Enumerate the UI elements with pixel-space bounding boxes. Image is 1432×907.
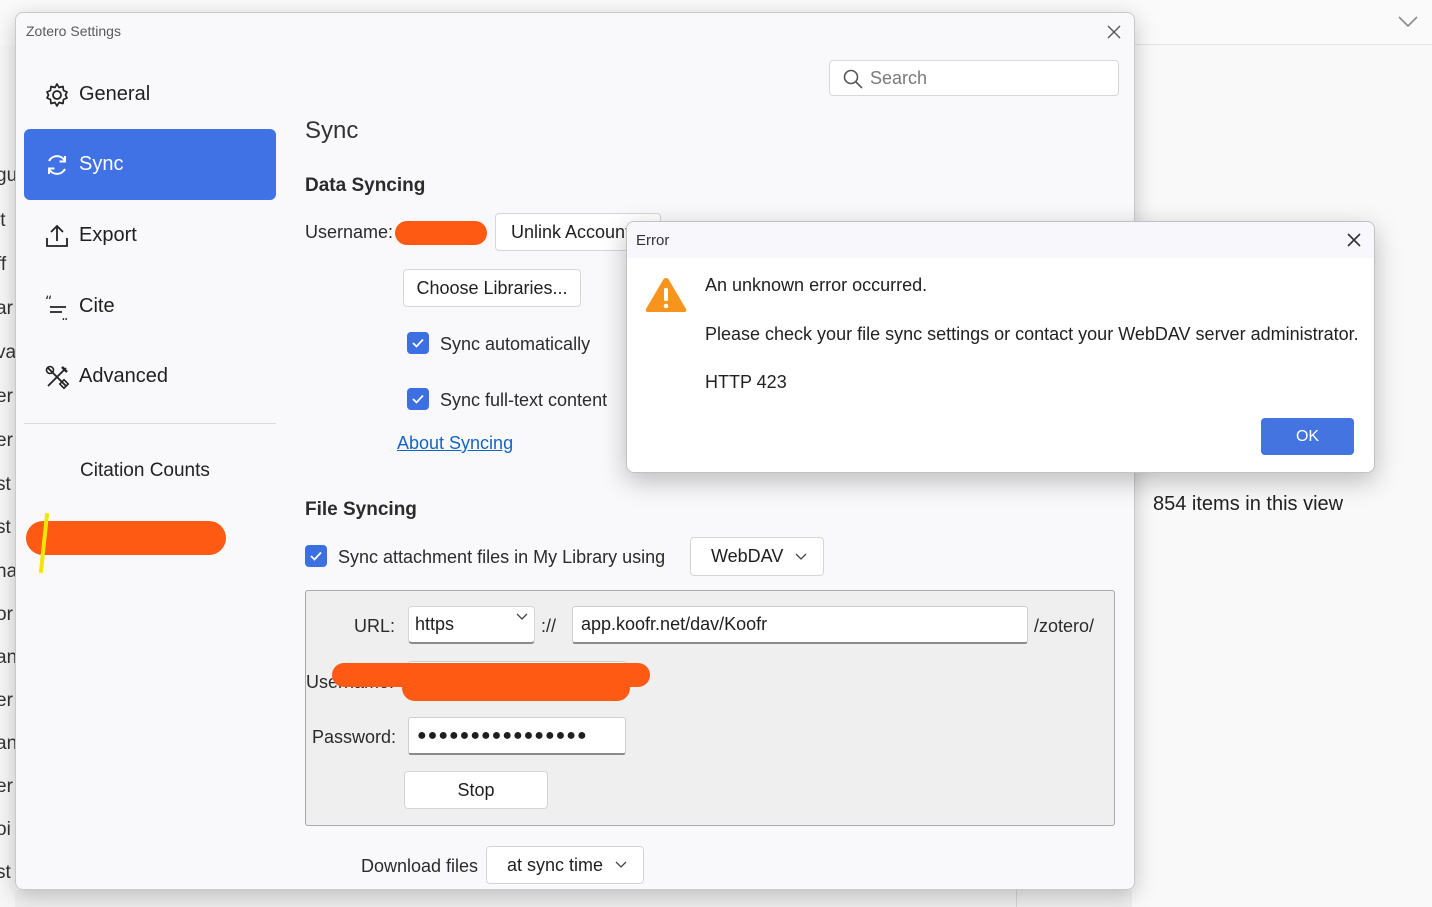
background-fragment: ff [0,254,7,275]
background-bottom [15,890,1132,907]
background-fragment: st [0,862,11,883]
background-fragment: an [0,647,15,668]
stop-button[interactable]: Stop [404,771,548,809]
sidebar-item-general[interactable]: General [24,59,276,130]
background-fragment: va [0,342,15,363]
sidebar-item-label: General [79,83,151,105]
sidebar-item-advanced[interactable]: Advanced [24,341,276,412]
search-icon [843,69,863,89]
chevron-down-icon[interactable] [1396,10,1420,34]
search-box[interactable] [829,60,1119,96]
data-syncing-heading: Data Syncing [305,175,426,196]
error-code: HTTP 423 [705,372,787,392]
background-fragment: er [0,776,13,797]
sync-icon [44,152,70,178]
checkmark-icon [310,551,322,561]
sidebar-item-label: Sync [79,153,124,175]
background-fragment: or [0,604,13,625]
window-title: Zotero Settings [26,23,121,39]
chevron-down-icon [615,861,627,868]
about-syncing-link[interactable]: About Syncing [397,433,513,454]
file-syncing-heading: File Syncing [305,499,417,520]
background-fragment: st [0,474,11,495]
sync-automatically-label: Sync automatically [440,334,591,354]
protocol-value: https [415,614,455,634]
background-divider [1016,890,1017,907]
background-fragment: na [0,561,15,582]
password-label: Password: [312,727,397,747]
redaction-mark [402,675,630,701]
background-fragment: er [0,386,13,407]
checkmark-icon [412,394,424,404]
background-fragment: lt [0,210,6,231]
redaction-mark [395,221,487,245]
url-separator: :// [541,616,557,636]
svg-text:„: „ [61,308,68,320]
webdav-settings-box: URL: https :// app.koofr.net/dav/Koofr /… [305,590,1115,826]
background-fragment: er [0,430,13,451]
download-files-label: Download files [361,856,479,876]
download-files-select[interactable]: at sync time [486,846,644,884]
background-fragment: oi [0,819,11,840]
sidebar-item-citation-counts[interactable]: Citation Counts [80,460,210,482]
sidebar-item-cite[interactable]: “„ Cite [24,271,276,342]
chevron-down-icon [795,553,807,560]
error-dialog: Error An unknown error occurred. Please … [626,221,1375,473]
background-fragment: gu [0,165,15,186]
redaction-mark [26,521,226,555]
tools-icon [44,364,70,390]
sync-full-text-checkbox[interactable] [407,388,429,410]
error-detail: Please check your file sync settings or … [705,324,1359,344]
sync-method-select[interactable]: WebDAV [690,537,824,576]
url-label: URL: [354,616,396,636]
choose-libraries-button[interactable]: Choose Libraries... [403,269,581,307]
page-title: Sync [305,117,359,144]
sidebar-item-label: Advanced [79,365,168,387]
background-fragment: er [0,690,13,711]
error-message: An unknown error occurred. [705,275,928,295]
warning-icon [645,278,687,312]
sidebar-divider [24,423,276,424]
sidebar-item-export[interactable]: Export [24,200,276,271]
ok-button[interactable]: OK [1261,418,1354,455]
sync-attachments-checkbox[interactable] [305,545,327,567]
protocol-select[interactable]: https [408,606,535,644]
username-label: Username: [305,222,394,242]
checkmark-icon [412,338,424,348]
background-fragment: ar [0,298,13,319]
download-files-value: at sync time [507,854,604,875]
sync-full-text-label: Sync full-text content [440,390,608,410]
chevron-down-icon [516,613,528,620]
gear-icon [44,82,70,108]
dialog-titlebar [627,222,1374,258]
cite-icon: “„ [44,294,70,320]
sidebar-item-sync[interactable]: Sync [24,129,276,200]
url-field[interactable]: app.koofr.net/dav/Koofr [572,606,1028,644]
dialog-title: Error [636,232,670,249]
background-item-list: gu lt ff ar va er er st st na or an er a… [0,45,15,907]
search-input[interactable] [870,66,1110,90]
sidebar-item-label: Cite [79,295,115,317]
sidebar-item-label: Export [79,224,137,246]
items-count: 854 items in this view [1153,493,1344,515]
background-fragment: an [0,733,15,754]
sync-automatically-checkbox[interactable] [407,332,429,354]
close-icon[interactable] [1345,231,1363,249]
url-suffix: /zotero/ [1034,616,1095,636]
item-pane [1135,45,1432,907]
export-icon [44,223,70,249]
background-fragment: st [0,517,11,538]
password-field[interactable]: ●●●●●●●●●●●●●●●● [408,717,626,755]
sync-attachments-label: Sync attachment files in My Library usin… [338,547,666,567]
sync-method-value: WebDAV [711,546,784,566]
background-toolbar [1135,0,1432,45]
